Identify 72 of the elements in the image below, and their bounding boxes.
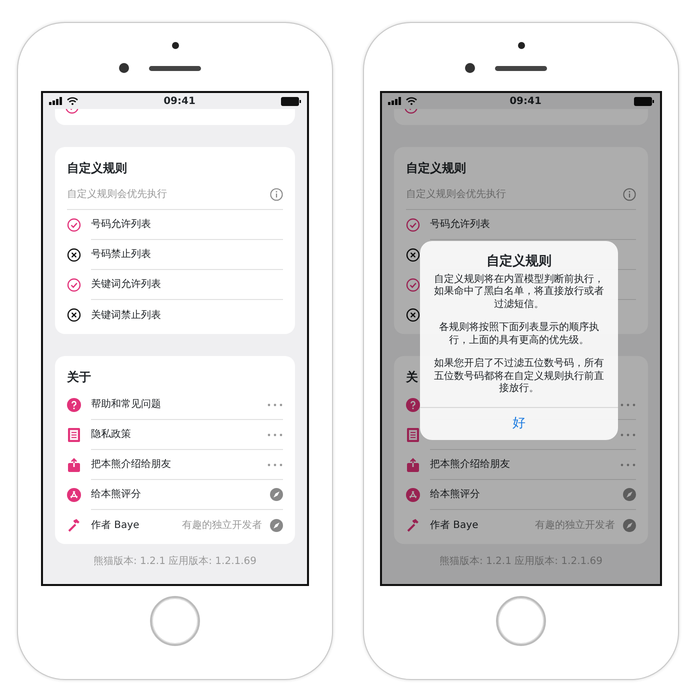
check-circle-icon bbox=[67, 278, 81, 292]
app-store-icon bbox=[67, 488, 81, 502]
home-button[interactable] bbox=[496, 596, 546, 646]
wifi-icon bbox=[67, 97, 78, 105]
sensor-dot bbox=[518, 42, 524, 49]
cross-circle-icon bbox=[406, 248, 420, 262]
check-circle-icon bbox=[67, 218, 81, 232]
list-item[interactable]: 给本熊评分 bbox=[91, 487, 262, 502]
battery-icon bbox=[634, 96, 654, 106]
camera-lens bbox=[119, 63, 129, 73]
help-icon bbox=[67, 398, 81, 412]
list-item[interactable]: 帮助和常见问题 bbox=[91, 397, 259, 412]
app-store-icon bbox=[406, 488, 420, 502]
check-circle-icon bbox=[406, 278, 420, 292]
document-icon bbox=[67, 428, 81, 442]
section-subtitle: 自定义规则会优先执行 bbox=[406, 188, 506, 202]
section-title: 关于 bbox=[67, 369, 91, 386]
cross-circle-icon bbox=[67, 248, 81, 262]
more-icon[interactable] bbox=[620, 402, 636, 406]
alert-title: 自定义规则 bbox=[486, 252, 552, 271]
compass-icon[interactable] bbox=[623, 518, 636, 532]
info-icon[interactable] bbox=[270, 188, 283, 201]
list-item[interactable]: 把本熊介绍给朋友 bbox=[91, 457, 259, 472]
list-item[interactable]: 号码允许列表 bbox=[430, 217, 490, 232]
more-icon[interactable] bbox=[267, 432, 283, 436]
list-item[interactable]: 号码禁止列表 bbox=[91, 247, 151, 262]
speaker-grille bbox=[149, 66, 201, 70]
more-icon[interactable] bbox=[620, 462, 636, 466]
alert-message: 如果您开启了不过滤五位数号码，所有五位数号码都将在自定义规则执行前直接放行。 bbox=[433, 358, 605, 396]
camera-lens bbox=[465, 63, 475, 73]
item-detail: 有趣的独立开发者 bbox=[535, 518, 615, 532]
wifi-icon bbox=[406, 97, 417, 105]
list-item[interactable]: 作者 Baye bbox=[91, 518, 174, 532]
section-subtitle: 自定义规则会优先执行 bbox=[67, 188, 167, 202]
cross-circle-icon bbox=[67, 308, 81, 322]
section-title: 关 bbox=[406, 369, 418, 386]
sensor-dot bbox=[172, 42, 178, 49]
list-item[interactable]: 把本熊介绍给朋友 bbox=[430, 457, 612, 472]
list-item[interactable]: 关键词禁止列表 bbox=[91, 308, 161, 322]
version-text: 熊猫版本: 1.2.1 应用版本: 1.2.1.69 bbox=[92, 556, 258, 568]
status-time: 09:41 bbox=[164, 94, 196, 108]
list-item[interactable]: 关键词允许列表 bbox=[91, 277, 161, 292]
item-detail: 有趣的独立开发者 bbox=[182, 518, 262, 532]
more-icon[interactable] bbox=[620, 432, 636, 436]
info-icon[interactable] bbox=[623, 188, 636, 201]
compass-icon[interactable] bbox=[623, 488, 636, 501]
share-icon bbox=[67, 458, 81, 472]
section-title: 自定义规则 bbox=[406, 160, 466, 177]
check-circle-icon bbox=[406, 218, 420, 232]
list-item[interactable]: 号码允许列表 bbox=[91, 217, 151, 232]
signal-icon bbox=[388, 97, 402, 105]
signal-icon bbox=[49, 97, 63, 105]
ok-button[interactable]: 好 bbox=[420, 406, 618, 440]
compass-icon[interactable] bbox=[270, 488, 283, 501]
alert-message: 自定义规则将在内置模型判断前执行，如果命中了黑白名单，将直接放行或者过滤短信。 bbox=[433, 274, 605, 311]
speaker-grille bbox=[495, 66, 547, 70]
alert-message: 各规则将按照下面列表显示的顺序执行，上面的具有更高的优先级。 bbox=[438, 322, 600, 347]
compass-icon[interactable] bbox=[270, 518, 283, 532]
more-icon[interactable] bbox=[267, 402, 283, 406]
list-item[interactable]: 作者 Baye bbox=[430, 518, 527, 532]
hammer-icon bbox=[406, 518, 420, 532]
battery-icon bbox=[281, 96, 301, 106]
share-icon bbox=[406, 458, 420, 472]
status-time: 09:41 bbox=[510, 94, 542, 108]
section-title: 自定义规则 bbox=[67, 160, 127, 177]
home-button[interactable] bbox=[150, 596, 200, 646]
list-item[interactable]: 给本熊评分 bbox=[430, 487, 615, 502]
list-item[interactable]: 隐私政策 bbox=[91, 427, 259, 442]
hammer-icon bbox=[67, 518, 81, 532]
more-icon[interactable] bbox=[267, 462, 283, 466]
version-text: 熊猫版本: 1.2.1 应用版本: 1.2.1.69 bbox=[438, 556, 604, 568]
cross-circle-icon bbox=[406, 308, 420, 322]
